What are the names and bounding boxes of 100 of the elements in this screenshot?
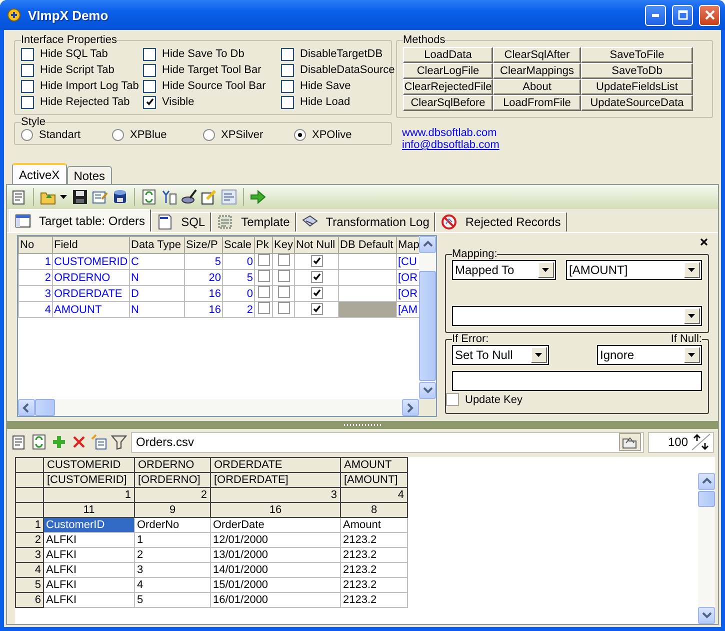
mapping-target-dropdown[interactable]: [AMOUNT]: [566, 260, 702, 280]
refresh-icon[interactable]: [141, 189, 157, 205]
checkbox[interactable]: [21, 64, 34, 76]
checkbox[interactable]: [310, 303, 322, 315]
checkbox[interactable]: [258, 286, 270, 298]
radio-option[interactable]: Standart: [21, 129, 112, 141]
vertical-scrollbar[interactable]: [419, 236, 436, 399]
count-spinner[interactable]: 100: [648, 432, 714, 452]
checkbox-option[interactable]: Hide Source Tool Bar: [143, 78, 279, 94]
checkbox-option[interactable]: Hide Import Log Tab: [21, 78, 141, 94]
checkbox[interactable]: [143, 48, 156, 60]
checkbox[interactable]: [281, 64, 294, 76]
checkbox-option[interactable]: DisableDataSource: [281, 62, 395, 78]
field-list-icon[interactable]: [161, 189, 177, 205]
checkbox-option[interactable]: Hide Script Tab: [21, 62, 141, 78]
column-header[interactable]: Map: [396, 236, 419, 254]
method-button[interactable]: LoadFromFile: [493, 95, 581, 111]
checkbox[interactable]: [310, 287, 322, 299]
column-header[interactable]: Pk: [254, 236, 272, 254]
column-header[interactable]: Field: [52, 236, 130, 254]
radio-button[interactable]: [112, 129, 124, 141]
delete-icon[interactable]: [71, 434, 87, 450]
checkbox[interactable]: [143, 96, 156, 108]
brush-icon[interactable]: [181, 189, 197, 205]
tab[interactable]: Transformation Log: [296, 212, 436, 232]
tab[interactable]: ActiveX: [12, 163, 67, 184]
column-header[interactable]: Data Type: [130, 236, 184, 254]
radio-button[interactable]: [21, 129, 33, 141]
arrow-right-icon[interactable]: [250, 189, 266, 205]
checkbox-option[interactable]: Hide SQL Tab: [21, 46, 141, 62]
dropdown-button[interactable]: [684, 262, 700, 278]
checkbox[interactable]: [281, 48, 294, 60]
database-icon[interactable]: [112, 189, 128, 205]
method-button[interactable]: ClearMappings: [493, 63, 581, 79]
checkbox[interactable]: [258, 302, 270, 314]
method-button[interactable]: ClearSqlBefore: [403, 95, 493, 111]
tab[interactable]: Notes: [66, 166, 112, 184]
dropdown-button[interactable]: [531, 347, 547, 363]
checkbox[interactable]: [278, 270, 290, 282]
checkbox[interactable]: [281, 96, 294, 108]
scrollbar-thumb[interactable]: [35, 399, 55, 416]
link[interactable]: www.dbsoftlab.com: [402, 127, 713, 139]
properties-icon[interactable]: [11, 434, 27, 450]
column-header[interactable]: DB Default: [338, 236, 396, 254]
checkbox[interactable]: [21, 80, 34, 92]
expression-dropdown[interactable]: [452, 306, 702, 326]
radio-option[interactable]: XPSilver: [203, 129, 294, 141]
file-field[interactable]: Orders.csv: [131, 432, 644, 452]
tab[interactable]: SQL: [151, 212, 212, 232]
checkbox-option[interactable]: Hide Target Tool Bar: [143, 62, 279, 78]
minimize-button[interactable]: [645, 4, 666, 26]
refresh-icon[interactable]: [31, 434, 47, 450]
method-button[interactable]: ClearLogFile: [403, 63, 493, 79]
checkbox[interactable]: [258, 270, 270, 282]
method-button[interactable]: LoadData: [403, 47, 493, 63]
close-icon[interactable]: [699, 237, 709, 247]
checkbox-option[interactable]: DisableTargetDB: [281, 46, 395, 62]
horizontal-scrollbar[interactable]: [18, 399, 419, 416]
column-header[interactable]: Key: [272, 236, 294, 254]
note-edit-icon[interactable]: [201, 189, 217, 205]
method-button[interactable]: UpdateFieldsList: [581, 79, 693, 95]
tab[interactable]: Rejected Records: [435, 212, 567, 232]
checkbox[interactable]: [21, 48, 34, 60]
method-button[interactable]: SaveToDb: [581, 63, 693, 79]
column-header[interactable]: Scale: [222, 236, 254, 254]
method-button[interactable]: SaveToFile: [581, 47, 693, 63]
floppy-icon[interactable]: [72, 189, 88, 205]
checkbox[interactable]: [143, 64, 156, 76]
dropdown-button[interactable]: [684, 308, 700, 324]
vertical-scrollbar[interactable]: [698, 473, 715, 624]
checkbox[interactable]: [310, 271, 322, 283]
transform-icon[interactable]: [221, 189, 237, 205]
column-header[interactable]: Not Null: [294, 236, 338, 254]
maximize-button[interactable]: [672, 4, 693, 26]
checkbox[interactable]: [446, 393, 459, 406]
radio-button[interactable]: [294, 129, 306, 141]
link[interactable]: info@dbsoftlab.com: [402, 139, 713, 151]
checkbox-option[interactable]: Visible: [143, 94, 279, 110]
checkbox-option[interactable]: Hide Load: [281, 94, 395, 110]
properties-icon[interactable]: [11, 189, 27, 205]
if-error-dropdown[interactable]: Set To Null: [452, 345, 549, 365]
list-edit-icon[interactable]: [91, 434, 107, 450]
scrollbar-thumb[interactable]: [698, 491, 715, 507]
radio-button[interactable]: [203, 129, 215, 141]
filter-icon[interactable]: [111, 434, 127, 450]
column-header[interactable]: Size/P: [184, 236, 222, 254]
tab[interactable]: Template: [211, 212, 296, 232]
input-field[interactable]: [452, 371, 702, 391]
radio-option[interactable]: XPOlive: [294, 129, 385, 141]
column-header[interactable]: No: [18, 236, 52, 254]
method-button[interactable]: About: [493, 79, 581, 95]
dropdown-button[interactable]: [538, 262, 554, 278]
form-edit-icon[interactable]: [92, 189, 108, 205]
checkbox[interactable]: [21, 96, 34, 108]
checkbox[interactable]: [310, 255, 322, 267]
open-file-button[interactable]: [619, 433, 641, 451]
checkbox[interactable]: [278, 254, 290, 266]
mapping-mode-dropdown[interactable]: Mapped To: [452, 260, 556, 280]
radio-option[interactable]: XPBlue: [112, 129, 203, 141]
checkbox-option[interactable]: Hide Rejected Tab: [21, 94, 141, 110]
